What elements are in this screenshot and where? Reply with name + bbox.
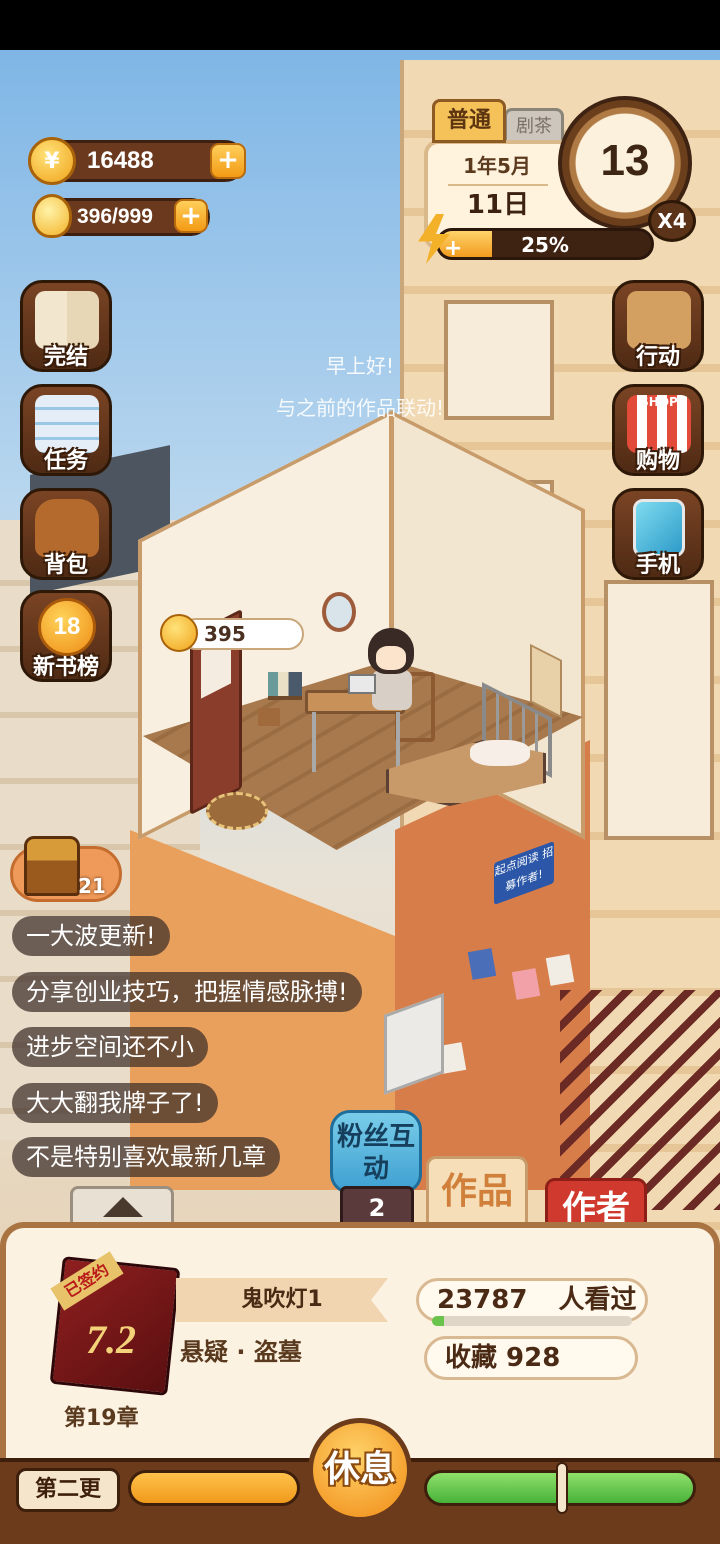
book-score: 7.2 — [86, 1317, 136, 1362]
laptop — [348, 674, 376, 694]
chevron-up-icon — [103, 1197, 143, 1217]
treasure-chest-icon — [24, 836, 80, 896]
comment-item: 大大翻我牌子了! — [12, 1083, 218, 1123]
menu-shop-label: 购物 — [635, 449, 680, 474]
yuan-coin-icon: ¥ — [28, 137, 76, 185]
add-inspiration-button[interactable]: + — [174, 199, 208, 233]
update-progress-bar — [128, 1470, 300, 1506]
add-coins-button[interactable]: + — [210, 143, 246, 179]
round-rug — [206, 792, 268, 830]
wall-note — [545, 954, 575, 986]
coin-reward-bubble[interactable]: 395 — [180, 618, 304, 650]
day: 11日 — [448, 184, 548, 222]
menu-completed-label: 完结 — [43, 345, 88, 370]
menu-tasks[interactable]: 任务 — [20, 384, 112, 476]
inspiration-value: 396/999 — [77, 205, 153, 228]
pillow — [470, 740, 530, 766]
views-progress-fill — [432, 1316, 444, 1326]
book-title: 鬼吹灯1 — [176, 1278, 388, 1322]
ranking-medal-icon: 18 — [38, 598, 96, 656]
comment-item: 进步空间还不小 — [12, 1027, 208, 1067]
writer-character-body — [372, 670, 412, 710]
energy-percent: 25% — [521, 233, 569, 257]
menu-tasks-label: 任务 — [43, 449, 88, 474]
coin-icon — [160, 614, 198, 652]
desk-leg — [396, 712, 400, 772]
views-number: 23787 — [437, 1285, 528, 1315]
menu-action[interactable]: 行动 — [612, 280, 704, 372]
greeting-line-2: 与之前的作品联动! — [275, 396, 445, 420]
chapter-label: 第19章 — [64, 1406, 139, 1431]
building-window — [604, 580, 714, 840]
chest-count: 21 — [78, 874, 106, 898]
menu-completed[interactable]: 完结 — [20, 280, 112, 372]
desk-leg — [312, 712, 316, 772]
comment-item: 不是特别喜欢最新几章 — [12, 1137, 280, 1177]
lightbulb-icon — [32, 194, 72, 238]
rest-button[interactable]: 休息 — [308, 1418, 412, 1522]
writer-character[interactable] — [368, 628, 414, 674]
round-window — [322, 592, 356, 632]
clock-hour: 13 — [600, 136, 650, 185]
mode-tab-other[interactable]: 剧茶 — [504, 108, 564, 144]
menu-backpack-label: 背包 — [43, 553, 88, 578]
year-month: 1年5月 — [463, 154, 531, 178]
fan-interaction-button[interactable]: 粉丝互动 — [330, 1110, 422, 1194]
wall-note — [511, 968, 541, 1000]
menu-phone[interactable]: 手机 — [612, 488, 704, 580]
energy-bar: 25% — [436, 228, 654, 260]
progress-marker — [556, 1462, 568, 1514]
character-face — [376, 646, 406, 670]
menu-backpack[interactable]: 背包 — [20, 488, 112, 580]
second-update-button[interactable]: 第二更 — [16, 1468, 120, 1512]
tab-works[interactable]: 作品 — [426, 1156, 528, 1232]
mode-tab-normal[interactable]: 普通 — [432, 99, 506, 143]
menu-shop[interactable]: SHOP 购物 — [612, 384, 704, 476]
small-shelf — [258, 708, 280, 726]
book-genre: 悬疑 · 盗墓 — [180, 1338, 302, 1366]
coins-value: 16488 — [87, 147, 154, 174]
views-label: 人看过 — [558, 1285, 637, 1315]
wall-note — [467, 948, 497, 980]
fire-escape-stairs — [560, 990, 720, 1210]
menu-phone-label: 手机 — [635, 553, 680, 578]
comment-item: 一大波更新! — [12, 916, 170, 956]
views-progress-bar — [432, 1316, 632, 1326]
comment-item: 分享创业技巧，把握情感脉搏! — [12, 972, 362, 1012]
greeting-line-1: 早上好! — [325, 354, 395, 378]
speed-toggle[interactable]: X4 — [648, 200, 696, 242]
menu-action-label: 行动 — [635, 345, 680, 370]
plus-icon: + — [444, 236, 463, 261]
favorites-stat: 收藏 928 — [424, 1336, 638, 1380]
book-shelf — [268, 672, 302, 700]
